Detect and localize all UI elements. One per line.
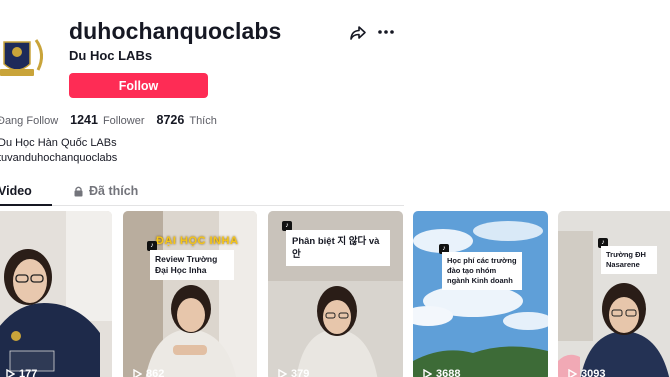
more-dots-icon: [378, 30, 394, 34]
play-icon: [568, 369, 577, 377]
active-tab-indicator: [0, 204, 52, 206]
play-icon: [278, 369, 287, 377]
likes-count: 8726: [156, 113, 185, 127]
profile-stats: Đang Follow 1241 Follower 8726 Thích: [0, 113, 217, 127]
tab-liked[interactable]: Đã thích: [74, 184, 138, 198]
play-icon: [423, 369, 432, 377]
share-icon: [350, 26, 366, 40]
play-icon: [133, 369, 142, 377]
tab-liked-label: Đã thích: [89, 184, 139, 198]
profile-bio: Du Học Hàn Quốc LABs tuvanduhochanquocla…: [0, 136, 117, 165]
video-title-overlay: ĐẠI HỌC INHA: [156, 235, 239, 247]
play-icon: [6, 369, 15, 377]
video-caption: Trường ĐH Nasarene: [601, 246, 657, 274]
avatar[interactable]: [0, 20, 56, 98]
lock-icon: [74, 186, 83, 196]
view-count: 3688: [423, 368, 460, 377]
follow-button[interactable]: Follow: [69, 73, 208, 98]
view-count: 379: [278, 368, 309, 377]
view-count-value: 3093: [581, 368, 606, 377]
profile-display-name: Du Hoc LABs: [69, 48, 153, 63]
tab-video[interactable]: Video: [0, 184, 32, 198]
video-caption: Review Trường Đại Học Inha: [150, 250, 234, 280]
profile-username: duhochanquoclabs: [69, 18, 282, 44]
video-caption: Phân biệt 지 않다 và 안: [286, 230, 390, 266]
video-card[interactable]: ĐẠI HỌC INHA ♪ Review Trường Đại Học Inh…: [123, 211, 257, 377]
view-count-value: 379: [291, 368, 310, 377]
view-count: 862: [133, 368, 164, 377]
view-count: 3093: [568, 368, 605, 377]
video-card[interactable]: 177: [0, 211, 112, 377]
view-count: 177: [6, 368, 37, 377]
video-thumbnail: [0, 211, 112, 377]
bio-line: Du Học Hàn Quốc LABs: [0, 137, 117, 149]
likes-label: Thích: [189, 115, 217, 127]
followers-label[interactable]: Follower: [103, 115, 145, 127]
video-thumbnail: [558, 211, 670, 377]
video-thumbnail: [413, 211, 548, 377]
video-card[interactable]: ♪ Phân biệt 지 않다 và 안 379: [268, 211, 403, 377]
following-label[interactable]: Đang Follow: [0, 115, 58, 127]
video-caption: Học phí các trường đào tạo nhóm ngành Ki…: [442, 252, 522, 290]
video-card[interactable]: ♪ Trường ĐH Nasarene 3093: [558, 211, 670, 377]
view-count-value: 862: [146, 368, 165, 377]
bio-link: tuvanduhochanquoclabs: [0, 151, 118, 164]
video-card[interactable]: ♪ Học phí các trường đào tạo nhóm ngành …: [413, 211, 548, 377]
video-grid: 177 ĐẠI HỌC INHA ♪ Review Trường Đại Học…: [0, 211, 670, 377]
profile-tabs: Video Đã thích: [0, 178, 404, 206]
share-button[interactable]: [349, 24, 367, 42]
more-options-button[interactable]: [377, 22, 395, 42]
view-count-value: 177: [19, 368, 38, 377]
view-count-value: 3688: [436, 368, 461, 377]
followers-count[interactable]: 1241: [70, 113, 98, 127]
labs-logo-icon: [0, 39, 43, 76]
